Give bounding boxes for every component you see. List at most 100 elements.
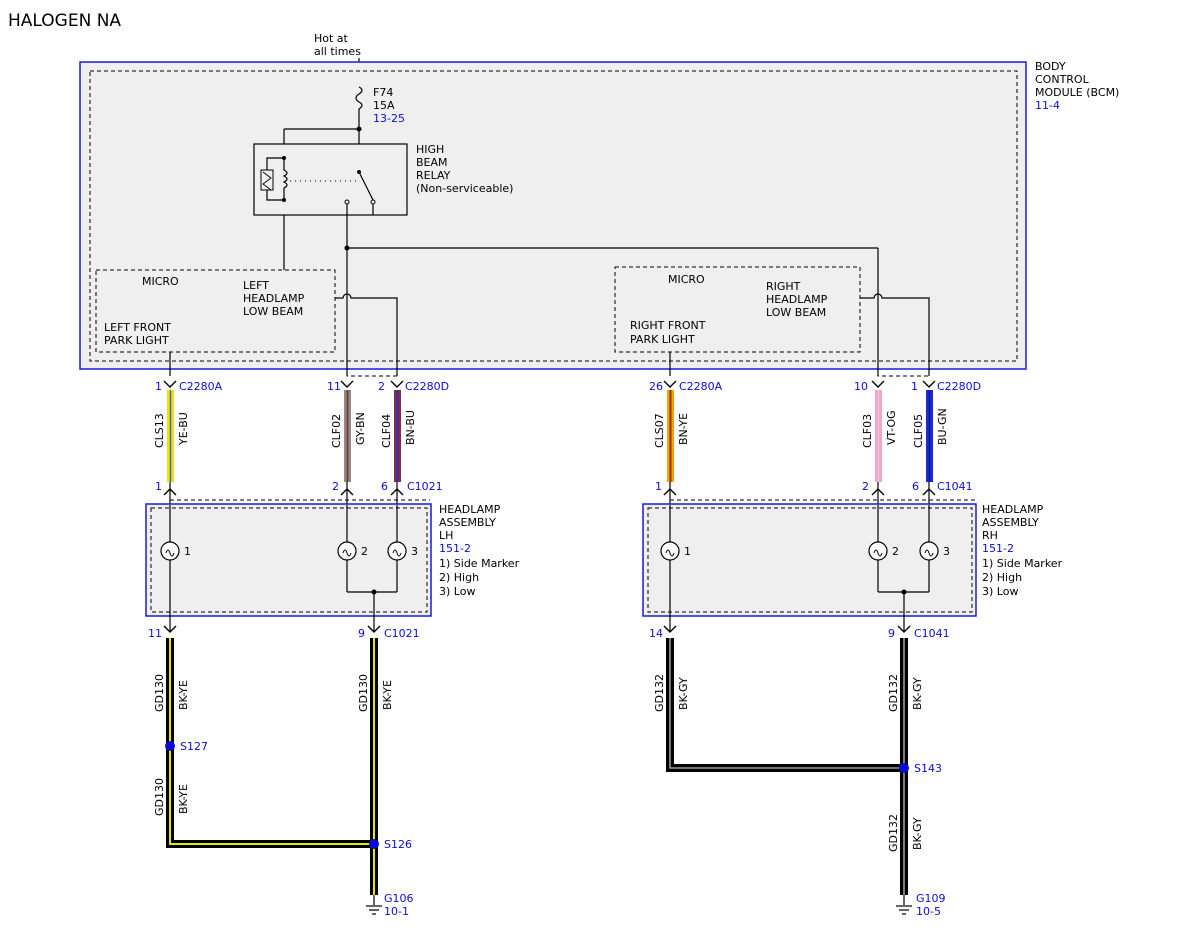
headlamp-lh-box [145,503,432,617]
page-title: HALOGEN NA [8,11,121,31]
micro-left-low-line1: LEFT [243,279,269,292]
wiring-diagram: HALOGEN NA Hot at all times BODY CONTROL… [8,11,1119,918]
headlamp-lh-item-2: 2) High [439,571,479,584]
headlamp-lh-title-1: HEADLAMP [439,503,501,516]
bcm-label-line2: CONTROL [1035,73,1090,86]
splice-s127: S127 [180,740,208,753]
circuit-cls07: CLS07 [653,413,666,448]
conn-cls13-top: C2280A [179,380,223,393]
headlamp-lh-title-3: LH [439,529,453,542]
ground-g106: G106 [384,892,414,905]
pin-cls07-top: 26 [649,380,663,393]
circuit-clf05: CLF05 [912,414,925,448]
conn-clf04-top: C2280D [405,380,449,393]
wire-clf04 [394,390,401,482]
rh-bulb-1-num: 1 [684,545,691,558]
color-clf02: GY-BN [354,412,367,445]
micro-right-park-line1: RIGHT FRONT [630,319,706,332]
ground-g109-icon [896,905,912,915]
lh-bulb-1-num: 1 [184,545,191,558]
pin-clf02-bot: 2 [332,480,339,493]
circuit-cls13: CLS13 [153,413,166,448]
conn-c1041: C1041 [937,480,973,493]
conn-clf05-top: C2280D [937,380,981,393]
conn-c1021: C1021 [407,480,443,493]
pin-cls13-bot: 1 [155,480,162,493]
micro-right-park-line2: PARK LIGHT [630,333,695,346]
rh-bulb-2-icon [868,541,888,561]
rh-bulb-1-icon [660,541,680,561]
gd130-circuit-2: GD130 [153,778,166,816]
headlamp-lh-item-1: 1) Side Marker [439,557,520,570]
micro-right-low-line2: HEADLAMP [766,293,828,306]
bcm-module-box [79,61,1027,370]
gd132-circuit-1: GD132 [653,674,666,712]
headlamp-rh-title-1: HEADLAMP [982,503,1044,516]
color-cls13: YE-BU [177,412,190,446]
ground-g109-ref: 10-5 [916,905,941,918]
gd132-circuit-2: GD132 [887,674,900,712]
gd130-color-2: BK-YE [177,784,190,814]
micro-right-low-line3: LOW BEAM [766,306,826,319]
ground-g106-icon [366,905,382,915]
conn-cls07-top: C2280A [679,380,723,393]
rh-bulb-2-num: 2 [892,545,899,558]
gd130-color-1: BK-YE [177,680,190,710]
headlamp-rh-title-3: RH [982,529,998,542]
micro-left-title: MICRO [142,275,179,288]
high-beam-relay-box [253,143,408,216]
headlamp-rh-item-2: 2) High [982,571,1022,584]
splice-s126: S126 [384,838,412,851]
circuit-clf02: CLF02 [330,414,343,448]
gnd-rh-conn: C1041 [914,627,950,640]
color-clf03: VT-OG [885,410,898,445]
relay-label-line3: RELAY [416,169,451,182]
lh-bulb-2-num: 2 [361,545,368,558]
rh-bulb-3-icon [919,541,939,561]
circuit-clf04: CLF04 [380,414,393,448]
pin-clf03-top: 10 [854,380,868,393]
headlamp-lh-title-2: ASSEMBLY [439,516,496,529]
c2280d-bracket-rh [877,373,930,377]
lh-bulb-3-num: 3 [411,545,418,558]
lh-bulb-3-icon [387,541,407,561]
lh-bulb-1-icon [160,541,180,561]
color-clf05: BU-GN [936,408,949,445]
relay-label-line2: BEAM [416,156,448,169]
pin-clf05-top: 1 [911,380,918,393]
relay-label-line4: (Non-serviceable) [416,182,513,195]
micro-left-low-line3: LOW BEAM [243,305,303,318]
fuse-ref: 13-25 [373,112,405,125]
pin-clf02-top: 11 [327,380,341,393]
gd132-circuit-3: GD132 [887,814,900,852]
fuse-name: F74 [373,86,393,99]
gd132-color-1: BK-GY [677,677,690,710]
lh-bulb-2-icon [337,541,357,561]
gd130-color-3: BK-YE [381,680,394,710]
headlamp-rh-ref: 151-2 [982,542,1014,555]
pin-clf04-top: 2 [378,380,385,393]
pin-clf03-bot: 2 [862,480,869,493]
micro-left-park-line2: PARK LIGHT [104,334,169,347]
splice-s126-dot [369,839,379,849]
gnd-lh-pin-a: 11 [148,627,162,640]
headlamp-lh-item-3: 3) Low [439,585,475,598]
pin-clf04-bot: 6 [381,480,388,493]
wire-clf05 [926,390,933,482]
headlamp-rh-title-2: ASSEMBLY [982,516,1039,529]
wire-clf03 [875,390,882,482]
ground-g106-ref: 10-1 [384,905,409,918]
relay-label-line1: HIGH [416,143,444,156]
gnd-rh-pin-a: 14 [649,627,663,640]
pin-clf05-bot: 6 [912,480,919,493]
wire-cls07 [667,390,674,482]
gnd-rh-pin-b: 9 [888,627,895,640]
bcm-label-line1: BODY [1035,60,1066,73]
pin-cls13-top: 1 [155,380,162,393]
gd130-circuit-1: GD130 [153,674,166,712]
wire-cls13 [167,390,174,482]
c2280d-bracket-lh [346,373,398,377]
rh-bulb-3-num: 3 [943,545,950,558]
bcm-label-line3: MODULE (BCM) [1035,86,1119,99]
wire-gd130 [166,638,378,905]
